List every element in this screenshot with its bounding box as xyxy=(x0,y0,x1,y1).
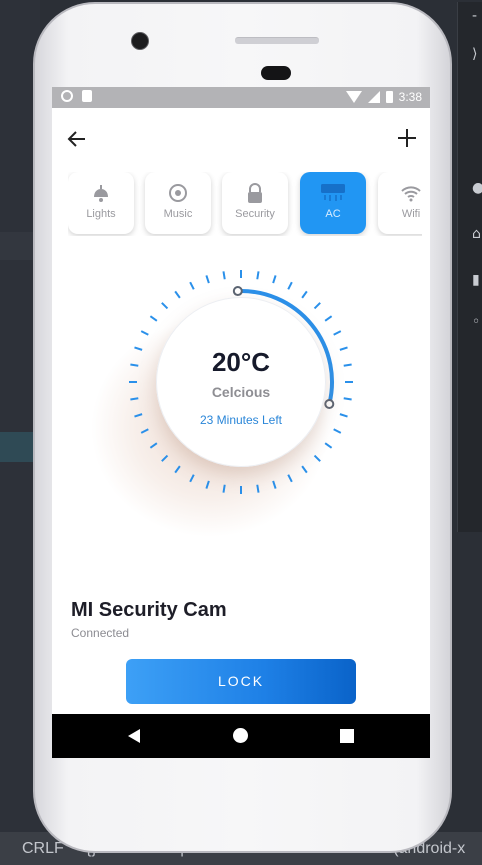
dial-tick xyxy=(174,290,181,299)
dial-tick xyxy=(174,465,181,474)
device-connection-status: Connected xyxy=(71,626,130,640)
dial-tick xyxy=(140,428,149,434)
plus-icon[interactable] xyxy=(396,125,418,151)
android-nav-bar xyxy=(52,714,430,758)
dial-tick xyxy=(343,363,352,367)
dial-tick xyxy=(205,480,210,489)
dial-tick xyxy=(339,413,348,418)
dial-tick xyxy=(256,484,260,493)
dial-tick xyxy=(313,302,321,310)
ide-toolbar-glyph[interactable]: - xyxy=(472,8,477,24)
thermostat-dial[interactable]: 20°C Celcious 23 Minutes Left xyxy=(156,297,326,467)
dial-tick xyxy=(189,474,195,483)
nav-recents-icon[interactable] xyxy=(340,729,354,743)
dial-tick xyxy=(149,442,158,449)
ide-toolbar-glyph[interactable]: ● xyxy=(472,180,482,196)
dial-tick xyxy=(161,454,169,462)
temperature-unit-label: Celcious xyxy=(211,384,271,400)
dial-tick xyxy=(130,363,139,367)
notification-icon xyxy=(61,90,73,102)
dial-tick xyxy=(287,281,293,290)
temperature-value: 20°C xyxy=(211,347,271,377)
dial-tick xyxy=(130,397,139,401)
ide-toolbar-glyph[interactable]: ◦ xyxy=(472,314,480,330)
dial-tick xyxy=(343,397,352,401)
dial-tick xyxy=(301,465,308,474)
device-name: MI Security Cam xyxy=(71,599,227,621)
dial-tick xyxy=(272,275,277,284)
line-ending-indicator[interactable]: CRLF xyxy=(22,840,64,858)
ide-toolbar-glyph[interactable]: ▮ xyxy=(472,272,480,288)
front-camera xyxy=(131,32,149,50)
dial-tick xyxy=(313,454,321,462)
dial-tick xyxy=(339,346,348,351)
android-status-bar: 3:38 xyxy=(52,87,430,108)
proximity-sensor xyxy=(261,66,291,80)
dial-tick xyxy=(140,330,149,336)
cell-signal-icon xyxy=(367,91,380,103)
arc-end-handle[interactable] xyxy=(324,399,335,410)
dial-tick xyxy=(256,271,260,280)
ide-toolbar-glyph[interactable]: ⟩ xyxy=(472,46,477,62)
dial-tick xyxy=(324,315,333,322)
wifi-signal-icon xyxy=(345,91,362,103)
ide-toolbar-glyph[interactable]: ⌂ xyxy=(472,226,481,242)
arrow-left-icon[interactable] xyxy=(66,127,88,151)
dial-tick xyxy=(222,484,226,493)
dial-tick xyxy=(149,315,158,322)
dial-tick xyxy=(272,480,277,489)
dial-tick xyxy=(205,275,210,284)
dial-tick xyxy=(134,413,143,418)
dial-tick xyxy=(333,330,342,336)
earpiece-speaker xyxy=(235,37,319,44)
lock-button[interactable]: LOCK xyxy=(126,659,356,704)
status-time: 3:38 xyxy=(398,90,422,104)
dial-tick xyxy=(189,281,195,290)
battery-icon xyxy=(385,91,393,103)
dial-tick xyxy=(324,442,333,449)
dial-tick xyxy=(222,271,226,280)
arc-start-handle[interactable] xyxy=(232,286,243,297)
dial-tick xyxy=(301,290,308,299)
sd-card-icon xyxy=(82,90,92,102)
time-remaining: 23 Minutes Left xyxy=(199,413,283,427)
nav-home-icon[interactable] xyxy=(233,728,248,743)
dial-tick xyxy=(287,474,293,483)
nav-back-icon[interactable] xyxy=(128,729,140,743)
dial-tick xyxy=(134,346,143,351)
ide-side-toolbar: - ⟩ ● ⌂ ▮ ◦ xyxy=(457,2,482,532)
dial-tick xyxy=(333,428,342,434)
dial-tick xyxy=(161,302,169,310)
